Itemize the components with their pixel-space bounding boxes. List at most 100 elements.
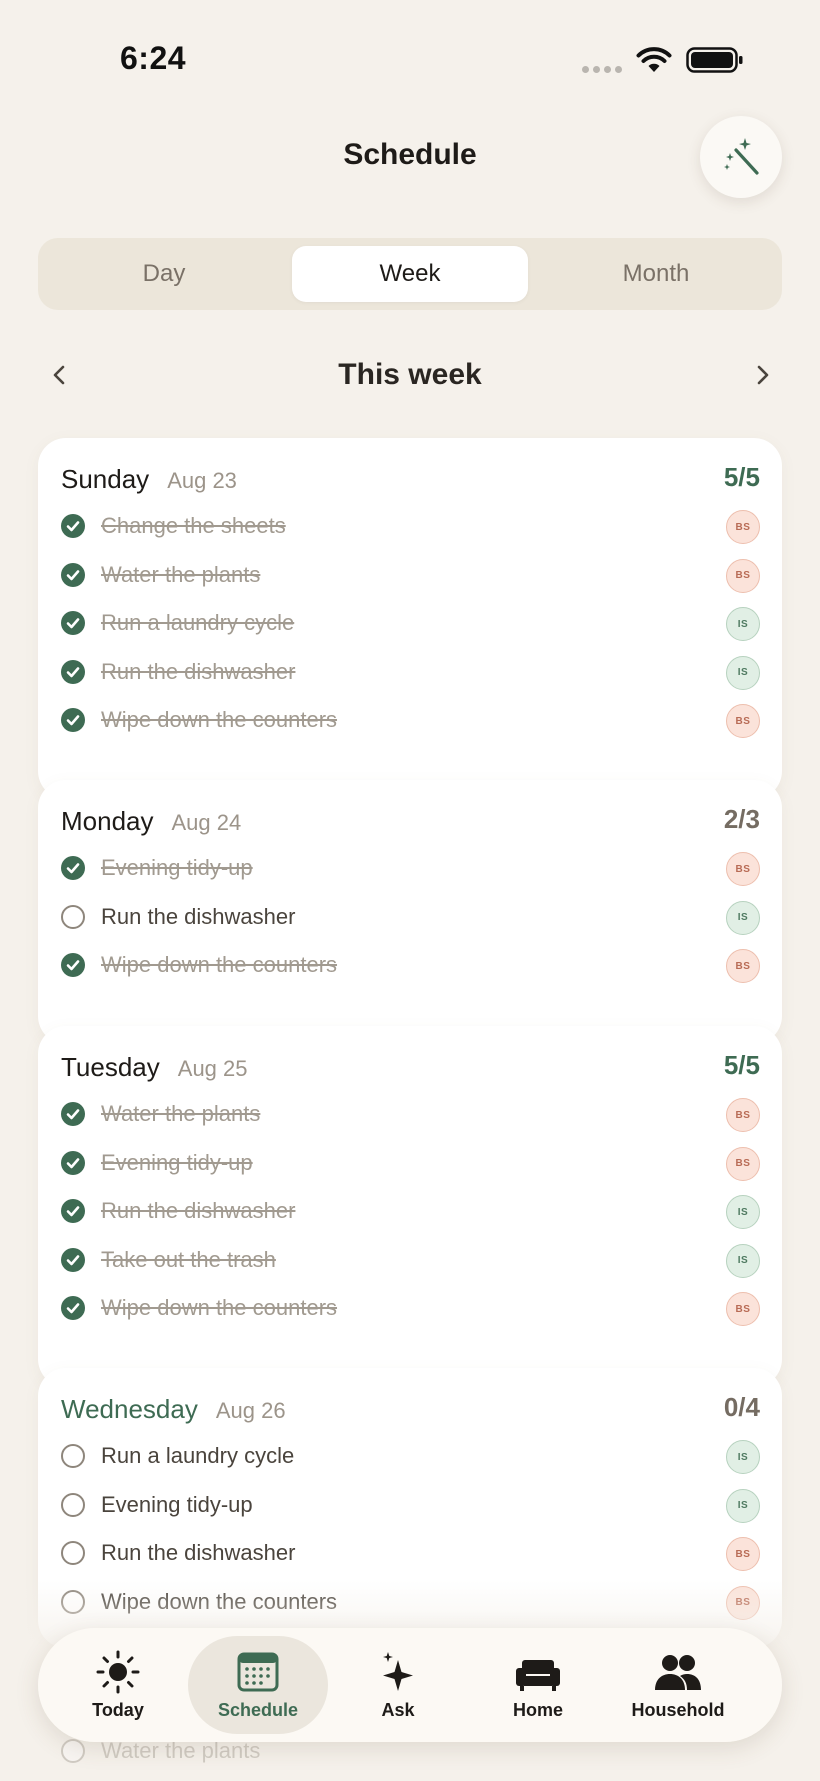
task-label: Change the sheets [101,513,286,538]
task-row[interactable]: Run the dishwasher BS [61,1533,760,1573]
day-card: Tuesday Aug 25 5/5 Water the plants BS Evenin… [38,1026,782,1387]
chevron-right-icon[interactable] [748,358,778,392]
task-row[interactable]: Run the dishwasher IS [61,897,760,937]
task-row[interactable]: Water the plants BS [61,1094,760,1134]
status-bar: 6:24 [0,0,820,110]
assignee-avatar: IS [726,607,760,641]
task-row[interactable]: Wipe down the counters BS [61,1288,760,1328]
day-progress: 5/5 [723,1050,760,1080]
assignee-avatar: IS [726,1195,760,1229]
status-time: 6:24 [120,40,187,76]
sparkle-icon [383,1652,413,1691]
empty-circle-icon[interactable] [61,1444,85,1468]
task-row[interactable]: Change the sheets BS [61,506,760,546]
task-label: Run the dishwasher [101,658,296,684]
task-row[interactable]: Water the plants BS [61,555,760,595]
task-label: Wipe down the counters [101,707,338,732]
task-label: Run a laundry cycle [101,1443,295,1468]
calendar-icon [237,1652,279,1692]
wifi-icon [636,47,672,72]
checkmark-circle-icon[interactable] [61,1296,85,1320]
checkmark-circle-icon[interactable] [61,562,85,587]
task-label: Run the dishwasher [101,1540,296,1565]
task-label: Wipe down the counters [101,1295,338,1320]
tab-home[interactable]: Home [468,1636,608,1734]
day-card: Monday Aug 24 2/3 Evening tidy-up BS Run the … [38,780,782,1044]
task-label: Run the dishwasher [101,903,296,929]
checkbox-icon [61,1739,85,1763]
day-date: Aug 26 [215,1398,286,1423]
assignee-avatar: IS [726,1440,760,1474]
day-name: Sunday [61,464,150,494]
checkmark-circle-icon[interactable] [61,611,85,635]
task-row[interactable]: Run a laundry cycle IS [61,603,760,643]
cellular-signal-icon [582,66,624,74]
checkmark-circle-icon[interactable] [61,514,85,538]
assignee-avatar: BS [726,1292,760,1326]
day-date: Aug 23 [167,468,237,493]
tab-label: Schedule [217,1700,299,1720]
task-row[interactable]: Wipe down the counters BS [61,945,760,985]
tab-schedule[interactable]: Schedule [188,1636,328,1734]
view-switcher: Day Week Month [38,238,782,310]
day-name: Wednesday [61,1394,198,1424]
task-row[interactable]: Evening tidy-up BS [61,848,760,888]
task-label: Evening tidy-up [101,1149,253,1175]
assignee-avatar: BS [726,1098,760,1132]
task-row[interactable]: Evening tidy-up BS [61,1143,760,1183]
page-title: Schedule [343,138,477,171]
tab-label: Home [512,1700,563,1720]
task-row[interactable]: Take out the trash IS [61,1240,760,1280]
segment-month[interactable]: Month [538,246,774,302]
day-header: Wednesday Aug 26 [61,1394,286,1425]
tab-today[interactable]: Today [48,1636,188,1734]
empty-circle-icon[interactable] [61,904,85,929]
assignee-avatar: IS [726,655,760,690]
segment-week[interactable]: Week [292,246,528,302]
assignee-avatar: BS [726,1146,760,1181]
assignee-avatar: IS [726,1488,760,1523]
task-row[interactable]: Wipe down the counters BS [61,700,760,740]
assignee-avatar: BS [726,949,760,983]
task-row[interactable]: Run the dishwasher IS [61,1191,760,1231]
checkmark-circle-icon[interactable] [61,856,85,880]
assignee-avatar: BS [726,1537,760,1571]
checkmark-circle-icon[interactable] [61,659,85,684]
checkmark-circle-icon[interactable] [61,1199,85,1223]
empty-circle-icon[interactable] [61,1541,85,1565]
day-name: Monday [61,806,154,836]
tab-label: Household [631,1700,725,1720]
task-label: Take out the trash [101,1246,276,1272]
day-date: Aug 24 [171,810,242,835]
tab-ask[interactable]: Ask [328,1636,468,1734]
task-label: Wipe down the counters [101,952,338,977]
task-row[interactable]: Run the dishwasher IS [61,652,760,692]
day-card: Sunday Aug 23 5/5 Change the sheets BS Water … [38,438,782,799]
magic-wand-button[interactable] [700,116,782,198]
day-progress: 2/3 [723,804,760,834]
battery-icon [686,47,743,73]
task-row[interactable]: Evening tidy-up IS [61,1485,760,1525]
tab-bar: Today Schedule Ask Home Household [38,1628,782,1742]
empty-circle-icon[interactable] [61,1492,85,1517]
tab-household[interactable]: Household [608,1636,748,1734]
day-progress: 5/5 [723,462,760,492]
assignee-avatar: BS [726,704,760,738]
checkmark-circle-icon[interactable] [61,1102,85,1126]
assignee-avatar: BS [726,558,760,593]
task-label: Water the plants [101,561,261,587]
sofa-icon [516,1660,560,1691]
day-header: Sunday Aug 23 [61,464,237,495]
day-header: Monday Aug 24 [61,806,241,837]
tab-label: Ask [381,1700,415,1720]
people-icon [655,1655,701,1690]
checkmark-circle-icon[interactable] [61,953,85,977]
checkmark-circle-icon[interactable] [61,708,85,732]
task-label: Run a laundry cycle [101,610,295,635]
checkmark-circle-icon[interactable] [61,1150,85,1175]
task-label: Evening tidy-up [101,855,253,880]
segment-day[interactable]: Day [46,246,282,302]
task-row[interactable]: Run a laundry cycle IS [61,1436,760,1476]
checkmark-circle-icon[interactable] [61,1247,85,1272]
assignee-avatar: BS [726,852,760,886]
